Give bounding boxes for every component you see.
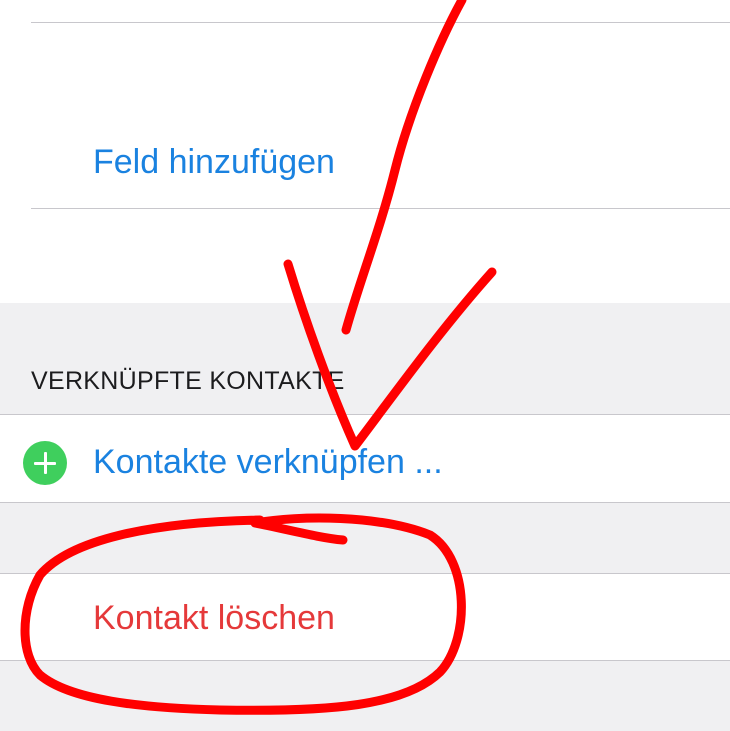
delete-contact-button[interactable]: Kontakt löschen [93, 598, 335, 638]
contact-edit-screen: Feld hinzufügen VERKNÜPFTE KONTAKTE Kont… [0, 0, 730, 731]
separator [31, 22, 730, 23]
separator [0, 660, 730, 661]
plus-circle-icon[interactable] [23, 441, 67, 485]
fields-section: Feld hinzufügen [0, 0, 730, 303]
linked-contacts-header: VERKNÜPFTE KONTAKTE [31, 367, 345, 395]
separator [31, 208, 730, 209]
add-field-button[interactable]: Feld hinzufügen [93, 142, 335, 182]
separator [0, 502, 730, 503]
link-contacts-button[interactable]: Kontakte verknüpfen ... [93, 442, 443, 482]
